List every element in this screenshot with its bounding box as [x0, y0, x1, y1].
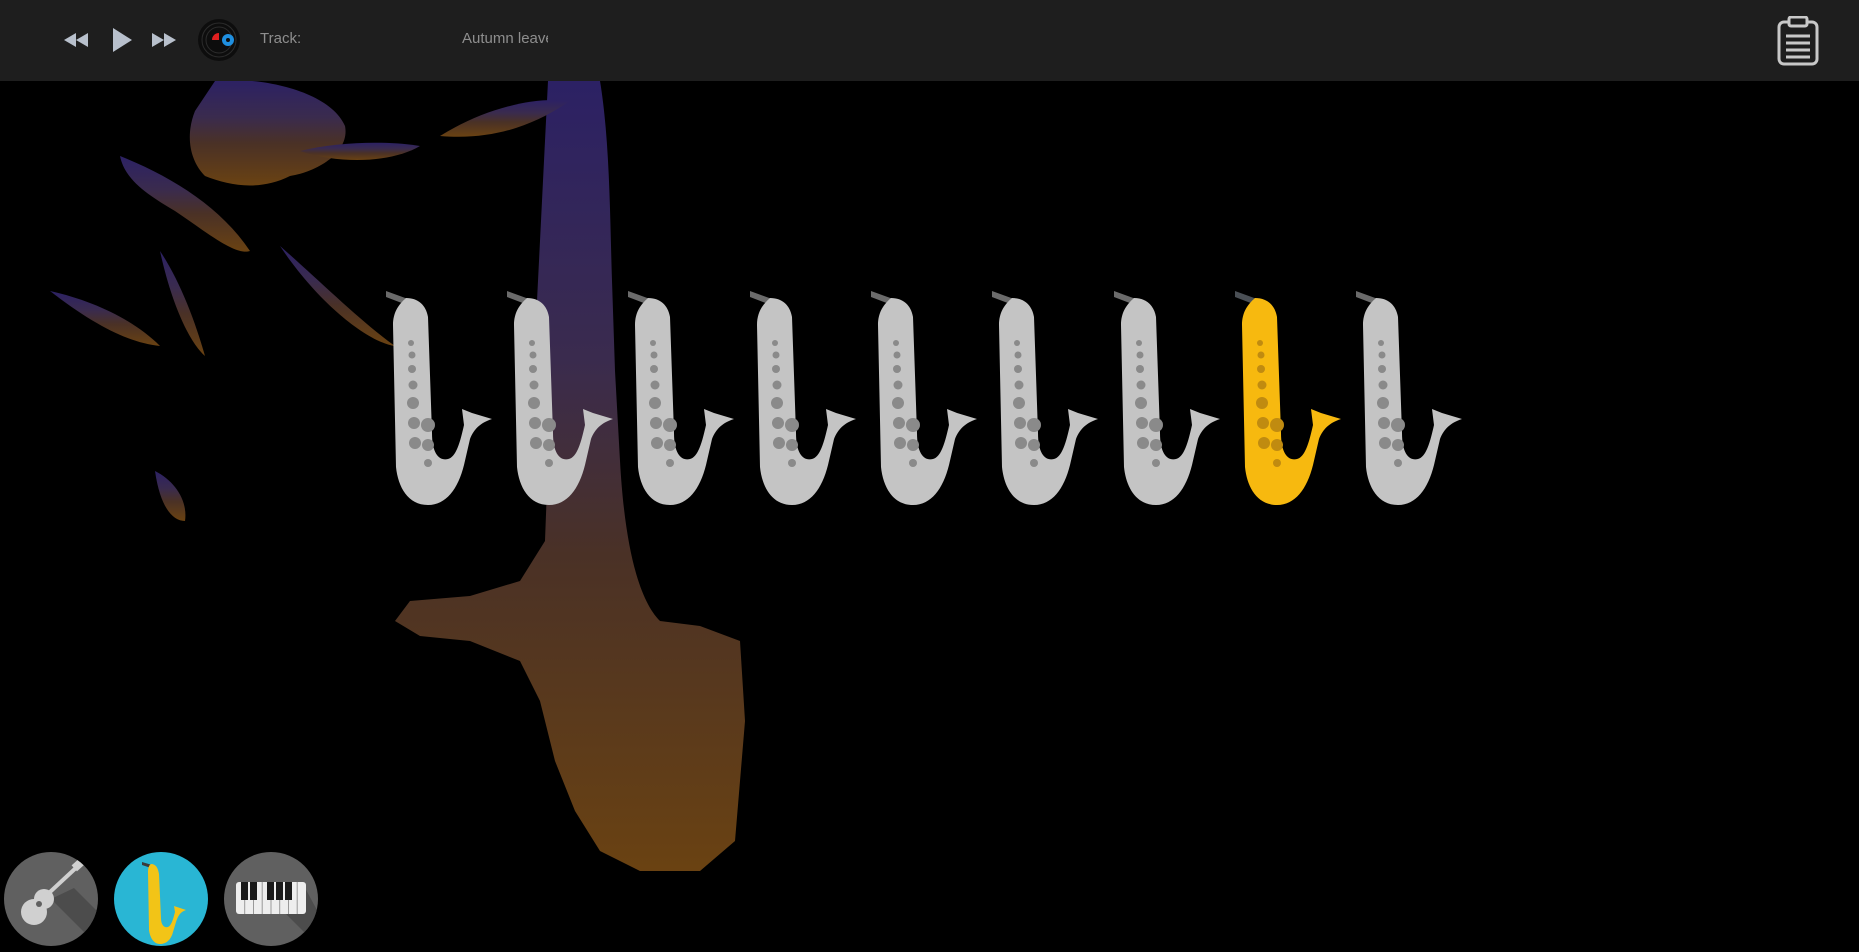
vinyl-record[interactable]	[190, 18, 248, 62]
saxophone-key[interactable]	[622, 283, 742, 513]
fast-forward-button[interactable]	[148, 22, 180, 58]
play-button[interactable]	[108, 22, 136, 58]
playlist-button[interactable]	[1776, 15, 1820, 66]
saxophone-icon	[142, 862, 186, 944]
saxophone-key[interactable]	[1108, 283, 1228, 513]
saxophone-icon	[1356, 291, 1462, 505]
rewind-icon	[64, 33, 88, 47]
player-bar: Track: Autumn leave	[0, 0, 1859, 81]
saxophone-key-active[interactable]	[1229, 283, 1349, 513]
saxophone-icon	[628, 291, 734, 505]
track-label: Track:	[260, 30, 302, 47]
saxophone-icon	[1114, 291, 1220, 505]
rewind-button[interactable]	[60, 22, 92, 58]
saxophone-icon	[992, 291, 1098, 505]
saxophone-key[interactable]	[1350, 283, 1470, 513]
saxophone-icon	[507, 291, 613, 505]
saxophone-key[interactable]	[501, 283, 621, 513]
saxophone-key[interactable]	[865, 283, 985, 513]
play-icon	[113, 28, 132, 52]
saxophone-icon	[871, 291, 977, 505]
saxophone-icon	[386, 291, 492, 505]
guitar-icon	[21, 858, 98, 946]
saxophone-key[interactable]	[380, 283, 500, 513]
saxophone-icon	[1235, 291, 1341, 505]
instrument-piano-button[interactable]	[224, 852, 318, 946]
clipboard-list-icon	[1777, 15, 1819, 66]
track-name: Autumn leave	[462, 30, 548, 47]
fast-forward-icon	[152, 33, 176, 47]
instrument-saxophone-button[interactable]	[114, 852, 208, 946]
saxophone-icon	[750, 291, 856, 505]
saxophonist-silhouette	[50, 81, 745, 871]
saxophone-key[interactable]	[744, 283, 864, 513]
saxophone-key[interactable]	[986, 283, 1106, 513]
saxophone-keys	[380, 283, 1500, 513]
instrument-guitar-button[interactable]	[4, 852, 98, 946]
vinyl-record-icon	[198, 19, 240, 61]
piano-keys-icon	[236, 882, 318, 946]
